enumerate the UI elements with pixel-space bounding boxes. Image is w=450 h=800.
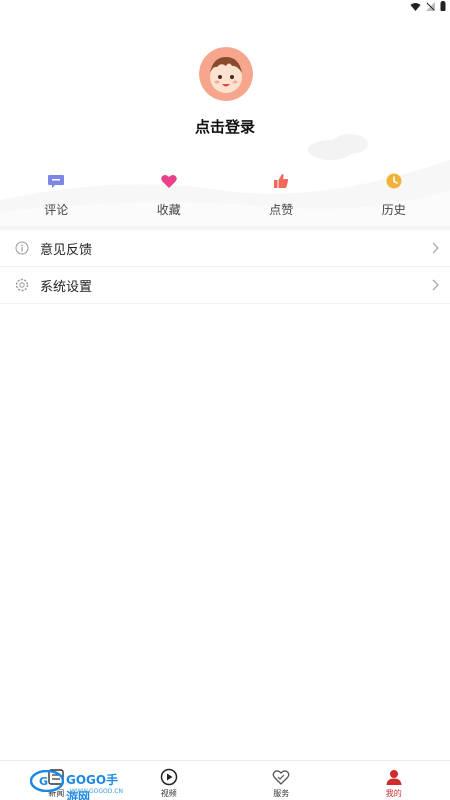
watermark-text: GOGO手游网 — [66, 773, 119, 800]
watermark-subtext: WWW.GOGOD.CN — [70, 788, 123, 795]
quick-action-label: 评论 — [44, 203, 69, 217]
quick-action-label: 收藏 — [156, 203, 181, 217]
quick-action-comment[interactable]: 评论 — [0, 166, 113, 222]
quick-action-label: 历史 — [381, 203, 406, 217]
tab-label: 我的 — [385, 789, 402, 798]
info-icon — [15, 241, 29, 255]
quick-action-label: 点赞 — [269, 203, 294, 217]
comment-icon — [48, 175, 65, 188]
gogo-logo-icon: G — [30, 770, 64, 792]
chevron-right-icon — [432, 279, 439, 291]
avatar[interactable] — [199, 47, 253, 101]
heart-icon — [161, 174, 177, 188]
service-heart-icon — [272, 770, 290, 785]
quick-actions: 评论 收藏 点赞 历史 — [0, 166, 450, 222]
svg-text:G: G — [39, 775, 48, 788]
tab-label: 服务 — [273, 789, 290, 798]
watermark-logo: G GOGO手游网 WWW.GOGOD.CN — [30, 768, 123, 800]
menu-item-label: 系统设置 — [40, 279, 93, 295]
menu-item-settings[interactable]: 系统设置 — [0, 267, 450, 304]
clock-icon — [386, 173, 402, 189]
user-icon — [386, 770, 402, 785]
quick-action-like[interactable]: 点赞 — [225, 166, 338, 222]
profile-header: 点击登录 评论 收藏 点赞 历史 — [0, 0, 450, 228]
tab-label: 视频 — [160, 789, 177, 798]
settings-icon — [15, 278, 29, 292]
menu-item-feedback[interactable]: 意见反馈 — [0, 230, 450, 267]
chevron-right-icon — [432, 242, 439, 254]
quick-action-favorite[interactable]: 收藏 — [113, 166, 226, 222]
tab-video[interactable]: 视频 — [113, 761, 226, 800]
quick-action-history[interactable]: 历史 — [338, 166, 450, 222]
tab-mine[interactable]: 我的 — [338, 761, 450, 800]
menu-item-label: 意见反馈 — [40, 242, 93, 258]
play-icon — [160, 768, 177, 786]
tab-service[interactable]: 服务 — [225, 761, 338, 800]
thumbs-up-icon — [274, 174, 289, 188]
login-link[interactable]: 点击登录 — [0, 116, 450, 137]
settings-menu: 意见反馈 系统设置 — [0, 230, 450, 304]
